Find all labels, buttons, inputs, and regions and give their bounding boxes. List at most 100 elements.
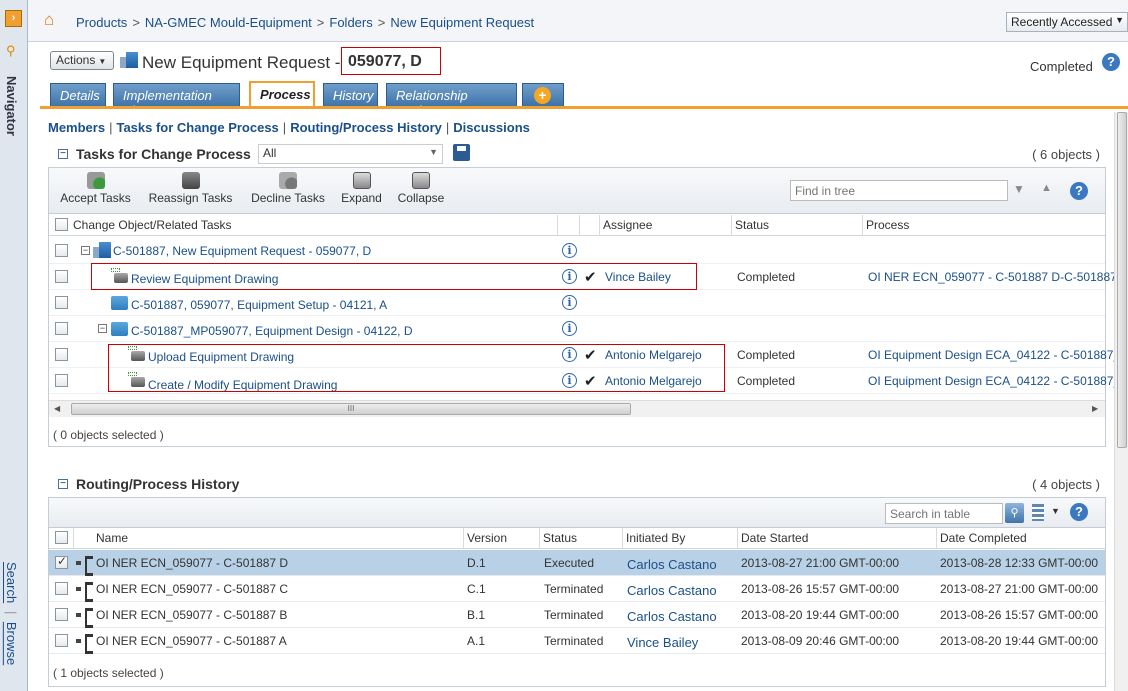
routing-row[interactable]: OI NER ECN_059077 - C-501887 B B.1 Termi… (49, 602, 1105, 628)
route-initiated-by[interactable]: Carlos Castano (627, 557, 717, 572)
subnav-routing-history[interactable]: Routing/Process History (290, 120, 442, 135)
row-checkbox[interactable] (55, 270, 68, 283)
breadcrumb-bar: ⌂ Products > NA-GMEC Mould-Equipment > Folde… (28, 0, 1128, 42)
routing-row[interactable]: OI NER ECN_059077 - C-501887 D D.1 Execu… (49, 550, 1105, 576)
info-icon[interactable]: i (562, 321, 577, 336)
breadcrumb-current[interactable]: New Equipment Request (390, 15, 534, 30)
collapse-icon[interactable]: − (58, 479, 68, 489)
column-date-completed[interactable]: Date Completed (940, 531, 1027, 545)
breadcrumb-products[interactable]: Products (76, 15, 127, 30)
row-checkbox[interactable] (55, 374, 68, 387)
column-status[interactable]: Status (735, 218, 769, 232)
filter-icon[interactable]: ▼ (1013, 182, 1025, 196)
navigator-expand-icon[interactable]: › (5, 10, 22, 27)
row-checkbox[interactable] (55, 322, 68, 335)
search-icon[interactable]: ⚲ (1005, 503, 1024, 523)
route-date-started: 2013-08-20 19:44 GMT-00:00 (741, 608, 900, 622)
task-object-link[interactable]: C-501887, New Equipment Request - 059077… (113, 244, 371, 258)
navigator-panel: › ⚲ Navigator Search | Browse (0, 0, 28, 691)
row-checkbox[interactable] (55, 634, 68, 647)
collapse-button[interactable]: Collapse (395, 172, 447, 205)
task-object-link[interactable]: C-501887, 059077, Equipment Setup - 0412… (131, 298, 387, 312)
column-initiated-by[interactable]: Initiated By (626, 531, 685, 545)
column-version[interactable]: Version (467, 531, 507, 545)
search-icon[interactable]: ⚲ (6, 43, 20, 58)
select-all-checkbox[interactable] (55, 218, 68, 231)
row-checkbox[interactable] (55, 348, 68, 361)
breadcrumb: Products > NA-GMEC Mould-Equipment > Folders… (76, 15, 534, 30)
task-process-link[interactable]: OI Equipment Design ECA_04122 - C-501887… (868, 348, 1120, 362)
route-initiated-by[interactable]: Carlos Castano (627, 609, 717, 624)
routing-table-header: Name Version Status Initiated By Date St… (49, 528, 1105, 549)
recently-accessed-dropdown[interactable]: Recently Accessed ▼ (1006, 12, 1128, 32)
scroll-right-icon[interactable]: ▶ (1092, 404, 1098, 413)
breadcrumb-product[interactable]: NA-GMEC Mould-Equipment (145, 15, 312, 30)
row-checkbox[interactable] (55, 244, 68, 257)
decline-tasks-button[interactable]: Decline Tasks (247, 172, 329, 205)
column-object[interactable]: Change Object/Related Tasks (73, 218, 232, 232)
save-icon[interactable] (453, 144, 470, 161)
info-icon[interactable]: i (562, 243, 577, 258)
subnav-discussions[interactable]: Discussions (453, 120, 530, 135)
routing-row[interactable]: OI NER ECN_059077 - C-501887 A A.1 Termi… (49, 628, 1105, 654)
route-version: B.1 (467, 608, 486, 622)
task-row[interactable]: − C-501887, New Equipment Request - 0590… (49, 238, 1105, 264)
task-filter-select[interactable]: All ▼ (258, 144, 443, 164)
column-assignee[interactable]: Assignee (603, 218, 652, 232)
row-checkbox[interactable] (55, 554, 68, 569)
task-process-link[interactable]: OI NER ECN_059077 - C-501887 D-C-501887 (868, 270, 1117, 284)
home-icon[interactable]: ⌂ (44, 11, 62, 28)
select-all-checkbox[interactable] (55, 531, 68, 544)
route-initiated-by[interactable]: Carlos Castano (627, 583, 717, 598)
tab-details[interactable]: Details (50, 83, 106, 107)
column-date-started[interactable]: Date Started (741, 531, 808, 545)
routing-row[interactable]: OI NER ECN_059077 - C-501887 C C.1 Termi… (49, 576, 1105, 602)
tab-process[interactable]: Process (249, 81, 315, 107)
column-status[interactable]: Status (543, 531, 577, 545)
route-date-completed: 2013-08-20 19:44 GMT-00:00 (940, 634, 1099, 648)
subnav-tasks[interactable]: Tasks for Change Process (116, 120, 278, 135)
info-icon[interactable]: i (562, 295, 577, 310)
task-row[interactable]: − C-501887_MP059077, Equipment Design - … (49, 316, 1105, 342)
breadcrumb-separator: > (316, 15, 325, 30)
add-tab-button[interactable]: + (522, 83, 564, 107)
help-icon[interactable]: ? (1102, 53, 1120, 71)
reassign-tasks-button[interactable]: Reassign Tasks (143, 172, 238, 205)
route-name: OI NER ECN_059077 - C-501887 B (96, 608, 288, 622)
row-checkbox[interactable] (55, 582, 68, 595)
help-icon[interactable]: ? (1070, 503, 1088, 521)
collapse-icon[interactable]: − (58, 149, 68, 159)
breadcrumb-folders[interactable]: Folders (329, 15, 372, 30)
column-process[interactable]: Process (866, 218, 909, 232)
scroll-thumb[interactable] (1117, 112, 1127, 448)
task-object-link[interactable]: C-501887_MP059077, Equipment Design - 04… (131, 324, 413, 338)
actions-menu-button[interactable]: Actions ▼ (50, 51, 114, 70)
scroll-left-icon[interactable]: ◀ (54, 404, 60, 413)
column-chooser-icon[interactable] (1032, 504, 1044, 521)
tree-collapse-icon[interactable]: − (81, 246, 90, 255)
tab-implementation-plan[interactable]: Implementation Plan (113, 83, 240, 118)
route-initiated-by[interactable]: Vince Bailey (627, 635, 698, 650)
chevron-down-icon[interactable]: ▼ (1051, 506, 1060, 516)
expand-button[interactable]: Expand (339, 172, 384, 205)
routing-object-count: ( 4 objects ) (1032, 477, 1100, 492)
tree-collapse-icon[interactable]: − (98, 324, 107, 333)
horizontal-scrollbar[interactable]: ◀ III ▶ (49, 400, 1105, 417)
navigator-browse-link[interactable]: Browse (4, 622, 19, 665)
column-name[interactable]: Name (96, 531, 128, 545)
accept-tasks-button[interactable]: Accept Tasks (58, 172, 133, 205)
subnav-members[interactable]: Members (48, 120, 105, 135)
task-row[interactable]: C-501887, 059077, Equipment Setup - 0412… (49, 290, 1105, 316)
task-process-link[interactable]: OI Equipment Design ECA_04122 - C-501887… (868, 374, 1120, 388)
tab-history[interactable]: History (323, 83, 378, 107)
up-arrow-icon[interactable]: ▲ (1041, 182, 1052, 194)
scroll-thumb[interactable]: III (71, 403, 631, 415)
find-in-tree-input[interactable] (790, 180, 1008, 201)
search-in-table-input[interactable] (885, 503, 1003, 524)
navigator-search-link[interactable]: Search (4, 562, 19, 603)
row-checkbox[interactable] (55, 296, 68, 309)
row-checkbox[interactable] (55, 608, 68, 621)
help-icon[interactable]: ? (1070, 182, 1088, 200)
vertical-scrollbar[interactable] (1114, 112, 1128, 691)
tab-relationship-explorer[interactable]: Relationship Explorer (386, 83, 517, 118)
